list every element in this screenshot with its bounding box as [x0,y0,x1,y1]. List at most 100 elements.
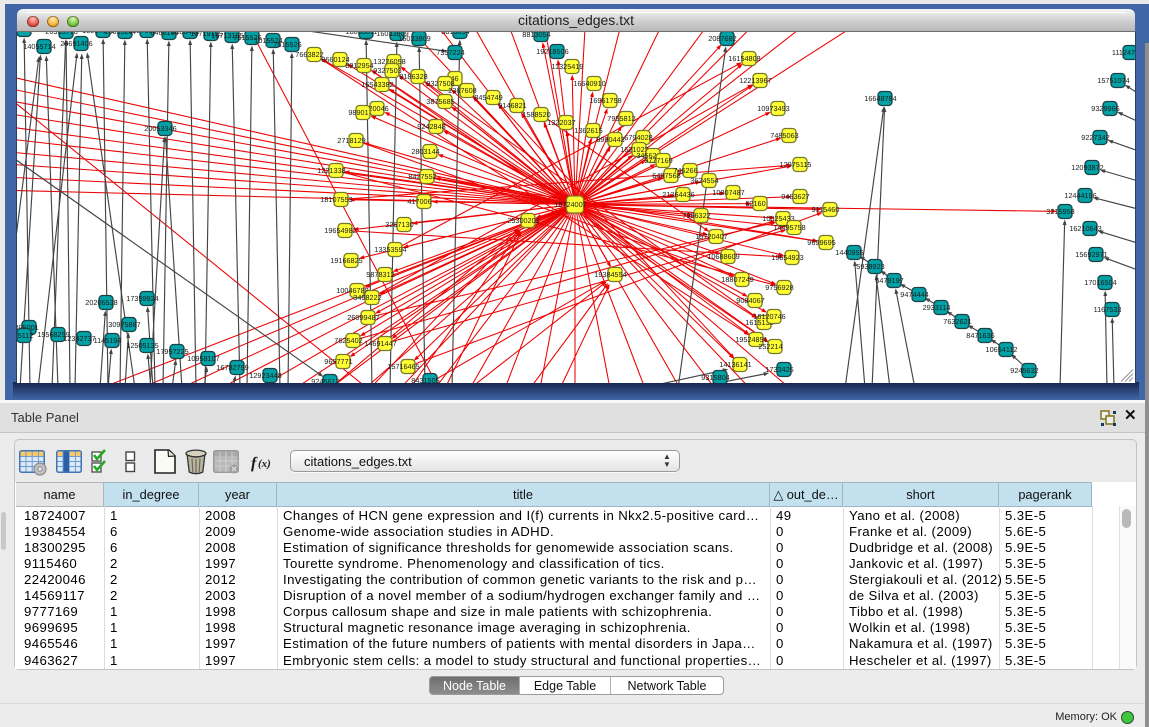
svg-text:7515526: 7515526 [273,39,301,48]
svg-text:9115460: 9115460 [812,204,840,213]
svg-text:1362615: 1362615 [574,125,602,134]
svg-text:9756928: 9756928 [765,282,793,291]
svg-text:9657771: 9657771 [324,356,352,365]
svg-text:12093872: 12093872 [1071,162,1103,171]
svg-text:6479197: 6479197 [875,275,903,284]
svg-text:8427552: 8427552 [408,171,436,180]
svg-text:7625402: 7625402 [334,335,362,344]
svg-text:3624554: 3624554 [690,175,718,184]
svg-text:19218506: 19218506 [536,46,568,55]
svg-text:12975115: 12975115 [780,159,812,168]
svg-text:14691447: 14691447 [364,338,396,347]
svg-text:8990443: 8990443 [596,134,624,143]
svg-text:7357224: 7357224 [436,47,464,56]
svg-text:12444156: 12444156 [1064,190,1096,199]
svg-text:19166825: 19166825 [330,255,362,264]
svg-text:15720407: 15720407 [695,231,727,240]
svg-text:8813054: 8813054 [522,32,550,39]
svg-text:19654982: 19654982 [324,225,356,234]
svg-text:9227342: 9227342 [1081,132,1109,141]
svg-text:5878312: 5878312 [366,269,394,278]
svg-text:12505135: 12505135 [126,340,158,349]
svg-text:18033811: 18033811 [346,32,378,36]
svg-text:3267130: 3267130 [385,219,413,228]
svg-text:f: f [251,455,258,472]
svg-text:11325419: 11325419 [552,61,584,70]
svg-text:7485063: 7485063 [770,130,798,139]
svg-text:14136141: 14136141 [719,359,751,368]
svg-text:15751074: 15751074 [1097,75,1129,84]
svg-text:7986322: 7986322 [682,210,710,219]
svg-text:16120746: 16120746 [753,311,785,320]
svg-text:16782759: 16782759 [216,362,248,371]
svg-text:9146821: 9146821 [498,100,526,109]
svg-text:15716465: 15716465 [387,361,419,370]
svg-text:12213967: 12213967 [739,75,771,84]
svg-text:8431505: 8431505 [411,375,439,382]
svg-text:20691406: 20691406 [60,38,92,47]
svg-text:16640910: 16640910 [573,78,605,87]
svg-text:5938923: 5938923 [856,261,884,270]
svg-text:2367608: 2367608 [448,85,476,94]
svg-text:6794028: 6794028 [624,132,652,141]
svg-text:3498222: 3498222 [353,292,381,301]
svg-text:1440955: 1440955 [835,247,863,256]
svg-text:10807487: 10807487 [712,187,744,196]
svg-text:20206538: 20206538 [85,297,117,306]
svg-text:18724007: 18724007 [554,199,586,208]
svg-text:30975887: 30975887 [108,319,140,328]
svg-text:16210643: 16210643 [1069,223,1101,232]
svg-text:9245612: 9245612 [311,376,339,382]
svg-text:13353594: 13353594 [374,244,406,253]
svg-text:17957225: 17957225 [156,346,188,355]
svg-text:16648784: 16648784 [864,93,896,102]
svg-text:17359924: 17359924 [126,293,158,302]
svg-text:9329966: 9329966 [1091,103,1119,112]
svg-text:746266: 746266 [673,165,697,174]
svg-text:26099487: 26099487 [347,312,379,321]
svg-text:14495758: 14495758 [773,222,805,231]
svg-text:1112475: 1112475 [1112,47,1136,56]
svg-text:21364436: 21364436 [662,189,694,198]
svg-text:8471636: 8471636 [966,330,994,339]
svg-text:8186328: 8186328 [399,71,427,80]
svg-text:14055714: 14055714 [23,41,55,50]
svg-text:18807249: 18807249 [721,274,753,283]
svg-text:8912954: 8912954 [345,60,373,69]
svg-text:1167533: 1167533 [1094,304,1122,313]
svg-text:15692971: 15692971 [1075,249,1107,258]
svg-text:16154808: 16154808 [728,53,760,62]
svg-text:3875685: 3875685 [426,96,454,105]
svg-text:7663822: 7663822 [295,49,323,58]
svg-text:7632621: 7632621 [943,316,971,325]
svg-text:18316224: 18316224 [16,32,36,34]
svg-text:9245632: 9245632 [1010,365,1038,374]
svg-text:9084067: 9084067 [736,295,764,304]
svg-text:2087682: 2087682 [708,33,736,42]
svg-text:98901: 98901 [348,107,368,116]
svg-text:9699695: 9699695 [807,237,835,246]
svg-text:19384554: 19384554 [594,269,626,278]
svg-text:2803144: 2803144 [411,146,439,155]
svg-text:9474444: 9474444 [900,289,928,298]
svg-text:(x): (x) [258,458,271,470]
svg-text:9242848: 9242848 [417,121,445,130]
svg-text:9777169: 9777169 [644,155,672,164]
svg-text:2933114: 2933114 [923,302,951,311]
svg-text:417006: 417006 [407,196,431,205]
svg-text:10688609: 10688609 [707,251,739,260]
svg-text:10973493: 10973493 [757,103,789,112]
svg-text:20053346: 20053346 [144,123,176,132]
svg-text:12923448: 12923448 [249,370,281,379]
svg-text:17016504: 17016504 [1084,277,1116,286]
svg-text:16961758: 16961758 [589,95,621,104]
svg-text:9463627: 9463627 [781,191,809,200]
svg-text:9315804: 9315804 [701,372,729,381]
svg-text:20355718: 20355718 [45,32,77,36]
svg-text:25300203: 25300203 [507,215,539,224]
svg-text:1733426: 1733426 [765,364,793,373]
svg-text:18107553: 18107553 [320,194,352,203]
svg-text:252214: 252214 [758,341,782,350]
svg-text:10958107: 10958107 [187,353,219,362]
svg-text:9327503: 9327503 [373,65,401,74]
